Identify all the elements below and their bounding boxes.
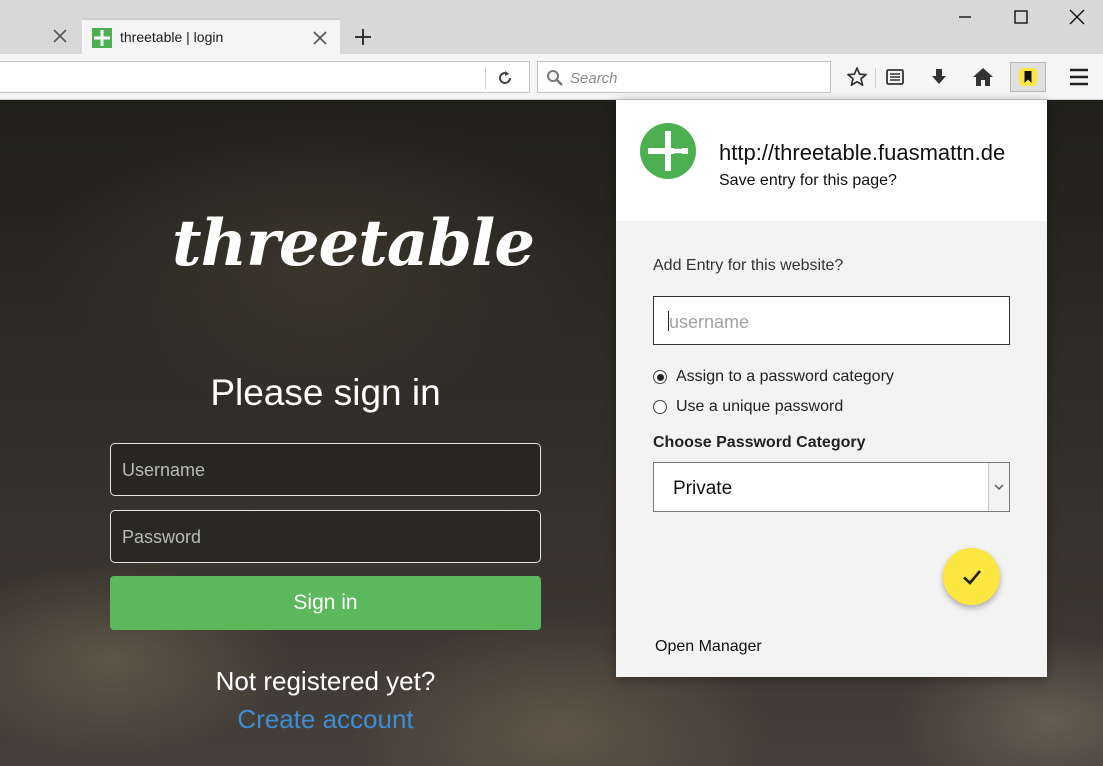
category-select[interactable]: Private xyxy=(653,462,1010,512)
reading-list-icon[interactable] xyxy=(882,64,908,90)
threetable-favicon-icon xyxy=(92,28,112,48)
tab-active[interactable]: threetable | login xyxy=(82,18,340,54)
close-icon[interactable] xyxy=(312,30,328,46)
nav-bar: Search xyxy=(0,54,1103,100)
divider xyxy=(485,67,486,89)
radio-label: Assign to a password category xyxy=(676,368,894,385)
popup-subtitle: Save entry for this page? xyxy=(719,172,897,189)
popup-url: http://threetable.fuasmattn.de xyxy=(719,140,1006,165)
threetable-logo-icon xyxy=(640,123,696,179)
not-registered-text: Not registered yet? xyxy=(215,666,436,696)
search-input[interactable]: Search xyxy=(537,61,831,93)
radio-assign-category[interactable]: Assign to a password category xyxy=(653,366,894,388)
search-icon xyxy=(546,69,564,87)
reload-icon[interactable] xyxy=(495,68,515,88)
popup-username-input[interactable]: username xyxy=(653,296,1010,345)
url-bar[interactable] xyxy=(0,61,530,93)
save-confirm-button[interactable] xyxy=(943,548,1000,605)
tab-title: threetable | login xyxy=(120,29,224,45)
tab-inactive[interactable] xyxy=(0,18,80,54)
signin-button[interactable]: Sign in xyxy=(110,576,541,630)
open-manager-link[interactable]: Open Manager xyxy=(655,638,762,656)
chevron-down-icon[interactable] xyxy=(988,463,1009,511)
bookmark-extension-icon[interactable] xyxy=(1010,62,1046,92)
plus-icon[interactable] xyxy=(352,26,374,48)
divider xyxy=(875,68,876,88)
radio-label: Use a unique password xyxy=(676,398,844,415)
star-icon[interactable] xyxy=(844,64,870,90)
hamburger-menu-icon[interactable] xyxy=(1066,64,1092,90)
category-label: Choose Password Category xyxy=(653,434,866,451)
add-entry-label: Add Entry for this website? xyxy=(653,257,844,274)
radio-selected-icon xyxy=(653,370,667,384)
radio-unselected-icon xyxy=(653,400,667,414)
username-field[interactable]: Username xyxy=(110,443,541,496)
category-value: Private xyxy=(673,478,733,499)
search-placeholder: Search xyxy=(570,70,618,87)
username-placeholder: Username xyxy=(122,460,206,480)
maximize-icon[interactable] xyxy=(996,0,1046,34)
download-icon[interactable] xyxy=(926,64,952,90)
password-placeholder: Password xyxy=(122,527,202,547)
check-icon xyxy=(962,569,981,585)
password-field[interactable]: Password xyxy=(110,510,541,563)
radio-unique-password[interactable]: Use a unique password xyxy=(653,396,843,418)
close-icon[interactable] xyxy=(1052,0,1102,34)
minimize-icon[interactable] xyxy=(940,0,990,34)
site-logo: threetable xyxy=(172,206,535,281)
password-manager-popup: http://threetable.fuasmattn.de Save entr… xyxy=(616,100,1047,677)
page-title: Please sign in xyxy=(210,372,441,413)
create-account-link[interactable]: Create account xyxy=(110,704,541,735)
tab-bar: threetable | login xyxy=(0,0,1103,54)
popup-username-placeholder: username xyxy=(669,312,750,332)
close-icon[interactable] xyxy=(52,28,68,44)
popup-header: http://threetable.fuasmattn.de Save entr… xyxy=(616,100,1047,221)
home-icon[interactable] xyxy=(970,64,996,90)
